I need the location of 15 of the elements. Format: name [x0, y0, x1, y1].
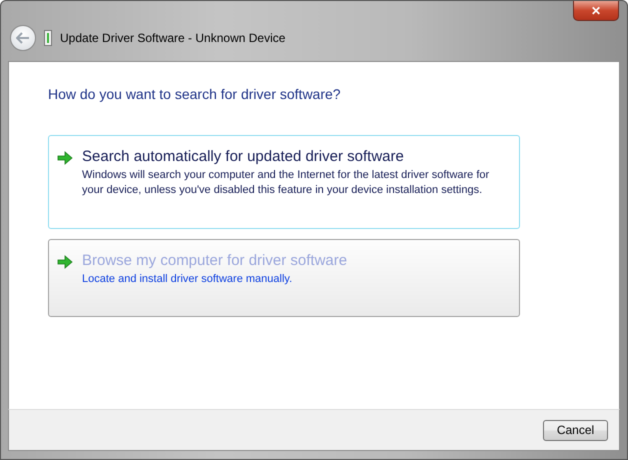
- option-title: Browse my computer for driver software: [82, 252, 348, 269]
- option-button[interactable]: Browse my computer for driver software Locate and install driver software manually.: [48, 239, 520, 317]
- back-arrow-icon: [16, 32, 30, 44]
- cancel-button[interactable]: Cancel: [543, 420, 608, 440]
- page-heading: How do you want to search for driver software?: [48, 86, 342, 102]
- option-button[interactable]: [48, 135, 520, 229]
- arrow-icon: [57, 255, 73, 269]
- option-description: Locate and install driver software manually.: [82, 272, 294, 287]
- back-button[interactable]: [10, 25, 36, 51]
- close-button[interactable]: ✕: [573, 1, 619, 21]
- device-icon: [44, 30, 52, 46]
- option-description: Windows will search your computer and the Internet for the latest driver software for your device, unless you've disabled this feature in your device installation settings.: [82, 168, 490, 198]
- option-title: Search automatically for updated driver software: [82, 148, 405, 165]
- window-title: Update Driver Software - Unknown Device: [60, 31, 286, 45]
- arrow-icon: [57, 151, 73, 165]
